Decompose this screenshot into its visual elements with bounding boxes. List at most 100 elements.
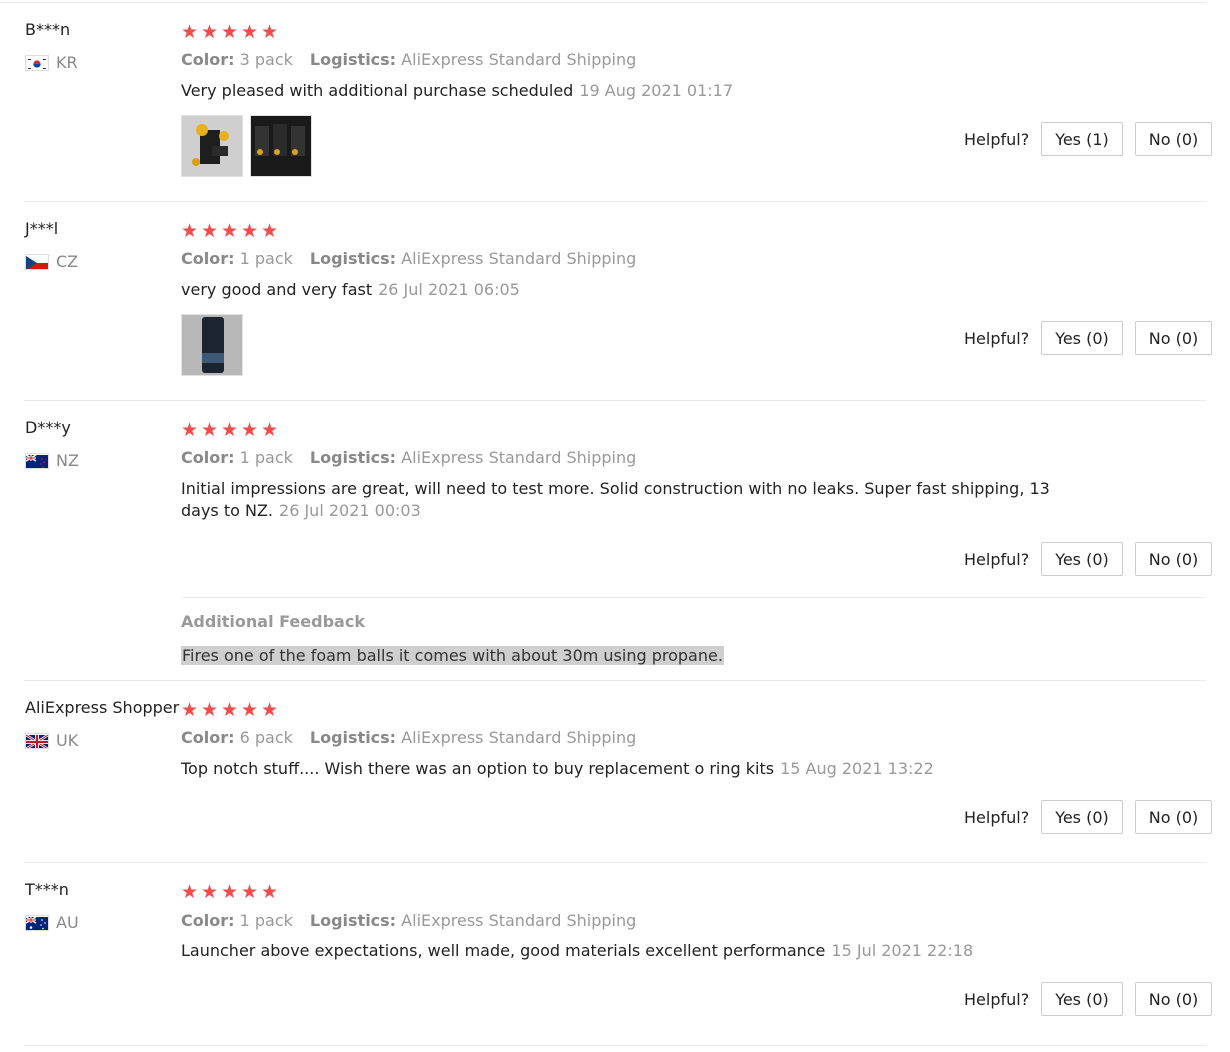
logistics-value: AliExpress Standard Shipping bbox=[401, 911, 637, 930]
helpful-yes-button[interactable]: Yes (0) bbox=[1041, 321, 1123, 355]
review-photo[interactable] bbox=[181, 115, 243, 177]
color-value: 1 pack bbox=[239, 448, 293, 467]
helpful-no-button[interactable]: No (0) bbox=[1134, 321, 1213, 355]
logistics-label: Logistics: bbox=[309, 911, 397, 930]
color-label: Color: bbox=[181, 728, 235, 747]
uk-flag-icon bbox=[25, 732, 49, 749]
reviewer-country: NZ bbox=[25, 451, 79, 470]
color-label: Color: bbox=[181, 50, 235, 69]
helpful-label: Helpful? bbox=[964, 989, 1030, 1009]
color-label: Color: bbox=[181, 249, 235, 268]
star-icon: ★ bbox=[181, 220, 199, 242]
review-date: 19 Aug 2021 01:17 bbox=[579, 81, 734, 100]
reviewer-country: AU bbox=[25, 913, 79, 932]
reviewer-name: D***y bbox=[25, 418, 71, 437]
review-divider bbox=[24, 862, 1206, 863]
color-value: 1 pack bbox=[239, 249, 293, 268]
order-attributes: Color: 1 pack Logistics: AliExpress Stand… bbox=[181, 448, 636, 467]
color-value: 6 pack bbox=[239, 728, 293, 747]
review-photo[interactable] bbox=[181, 314, 243, 376]
review-text: Initial impressions are great, will need… bbox=[181, 478, 1061, 522]
star-icon: ★ bbox=[201, 21, 219, 43]
logistics-value: AliExpress Standard Shipping bbox=[401, 448, 637, 467]
star-icon: ★ bbox=[261, 699, 279, 721]
helpful-yes-button[interactable]: Yes (0) bbox=[1041, 982, 1123, 1016]
reviewer-country: UK bbox=[25, 731, 78, 750]
color-label: Color: bbox=[181, 448, 235, 467]
review-date: 26 Jul 2021 06:05 bbox=[378, 280, 520, 299]
star-icon: ★ bbox=[261, 419, 279, 441]
helpful-yes-button[interactable]: Yes (1) bbox=[1041, 122, 1123, 156]
review-divider bbox=[24, 201, 1206, 202]
reviewer-name: J***l bbox=[25, 219, 59, 238]
logistics-label: Logistics: bbox=[309, 249, 397, 268]
country-code: CZ bbox=[56, 252, 79, 271]
country-code: AU bbox=[56, 913, 79, 932]
star-icon: ★ bbox=[221, 419, 239, 441]
review-content: Very pleased with additional purchase sc… bbox=[181, 81, 574, 100]
additional-feedback-text: Fires one of the foam balls it comes wit… bbox=[181, 646, 724, 665]
color-value: 1 pack bbox=[239, 911, 293, 930]
star-icon: ★ bbox=[261, 881, 279, 903]
helpful-label: Helpful? bbox=[964, 328, 1030, 348]
helpful-no-button[interactable]: No (0) bbox=[1134, 982, 1213, 1016]
review-text: very good and very fast 26 Jul 2021 06:05 bbox=[181, 279, 1061, 301]
additional-feedback-title: Additional Feedback bbox=[181, 612, 365, 631]
star-rating: ★ ★ ★ ★ ★ bbox=[181, 22, 278, 42]
color-label: Color: bbox=[181, 911, 235, 930]
review-photos bbox=[181, 115, 312, 177]
logistics-label: Logistics: bbox=[309, 50, 397, 69]
review-date: 15 Jul 2021 22:18 bbox=[831, 941, 974, 960]
helpful-vote: Helpful? Yes (1) No (0) bbox=[964, 122, 1213, 156]
star-icon: ★ bbox=[221, 881, 239, 903]
review-date: 26 Jul 2021 00:03 bbox=[279, 501, 421, 520]
logistics-value: AliExpress Standard Shipping bbox=[401, 50, 637, 69]
reviewer-name: AliExpress Shopper bbox=[25, 698, 180, 717]
review-text: Top notch stuff.... Wish there was an op… bbox=[181, 758, 1061, 780]
star-icon: ★ bbox=[241, 220, 259, 242]
review-divider bbox=[24, 1045, 1206, 1046]
helpful-no-button[interactable]: No (0) bbox=[1134, 122, 1213, 156]
review-divider bbox=[24, 400, 1206, 401]
review-photo[interactable] bbox=[250, 115, 312, 177]
star-icon: ★ bbox=[181, 699, 199, 721]
review-date: 15 Aug 2021 13:22 bbox=[780, 759, 934, 778]
color-value: 3 pack bbox=[239, 50, 293, 69]
star-icon: ★ bbox=[201, 419, 219, 441]
additional-feedback-divider bbox=[181, 597, 1206, 598]
star-icon: ★ bbox=[201, 699, 219, 721]
star-rating: ★ ★ ★ ★ ★ bbox=[181, 700, 278, 720]
helpful-yes-button[interactable]: Yes (0) bbox=[1041, 800, 1123, 834]
star-icon: ★ bbox=[241, 419, 259, 441]
star-icon: ★ bbox=[261, 21, 279, 43]
star-icon: ★ bbox=[221, 699, 239, 721]
country-code: NZ bbox=[56, 451, 79, 470]
star-icon: ★ bbox=[261, 220, 279, 242]
order-attributes: Color: 6 pack Logistics: AliExpress Stand… bbox=[181, 728, 636, 747]
helpful-no-button[interactable]: No (0) bbox=[1134, 542, 1213, 576]
helpful-yes-button[interactable]: Yes (0) bbox=[1041, 542, 1123, 576]
au-flag-icon bbox=[25, 914, 49, 931]
top-divider bbox=[0, 2, 1206, 3]
country-code: UK bbox=[56, 731, 79, 750]
logistics-value: AliExpress Standard Shipping bbox=[401, 249, 637, 268]
helpful-vote: Helpful? Yes (0) No (0) bbox=[964, 321, 1213, 355]
star-icon: ★ bbox=[241, 881, 259, 903]
star-icon: ★ bbox=[181, 419, 199, 441]
order-attributes: Color: 3 pack Logistics: AliExpress Stand… bbox=[181, 50, 636, 69]
reviewer-country: CZ bbox=[25, 252, 78, 271]
kr-flag-icon bbox=[25, 54, 49, 71]
logistics-label: Logistics: bbox=[309, 448, 397, 467]
helpful-no-button[interactable]: No (0) bbox=[1134, 800, 1213, 834]
star-icon: ★ bbox=[201, 220, 219, 242]
reviewer-name: B***n bbox=[25, 20, 71, 39]
review-content: Launcher above expectations, well made, … bbox=[181, 941, 826, 960]
order-attributes: Color: 1 pack Logistics: AliExpress Stand… bbox=[181, 249, 636, 268]
star-rating: ★ ★ ★ ★ ★ bbox=[181, 882, 278, 902]
review-text: Very pleased with additional purchase sc… bbox=[181, 80, 1061, 102]
cz-flag-icon bbox=[25, 253, 49, 270]
helpful-label: Helpful? bbox=[964, 807, 1030, 827]
star-icon: ★ bbox=[181, 881, 199, 903]
review-text: Launcher above expectations, well made, … bbox=[181, 940, 1061, 962]
logistics-label: Logistics: bbox=[309, 728, 397, 747]
